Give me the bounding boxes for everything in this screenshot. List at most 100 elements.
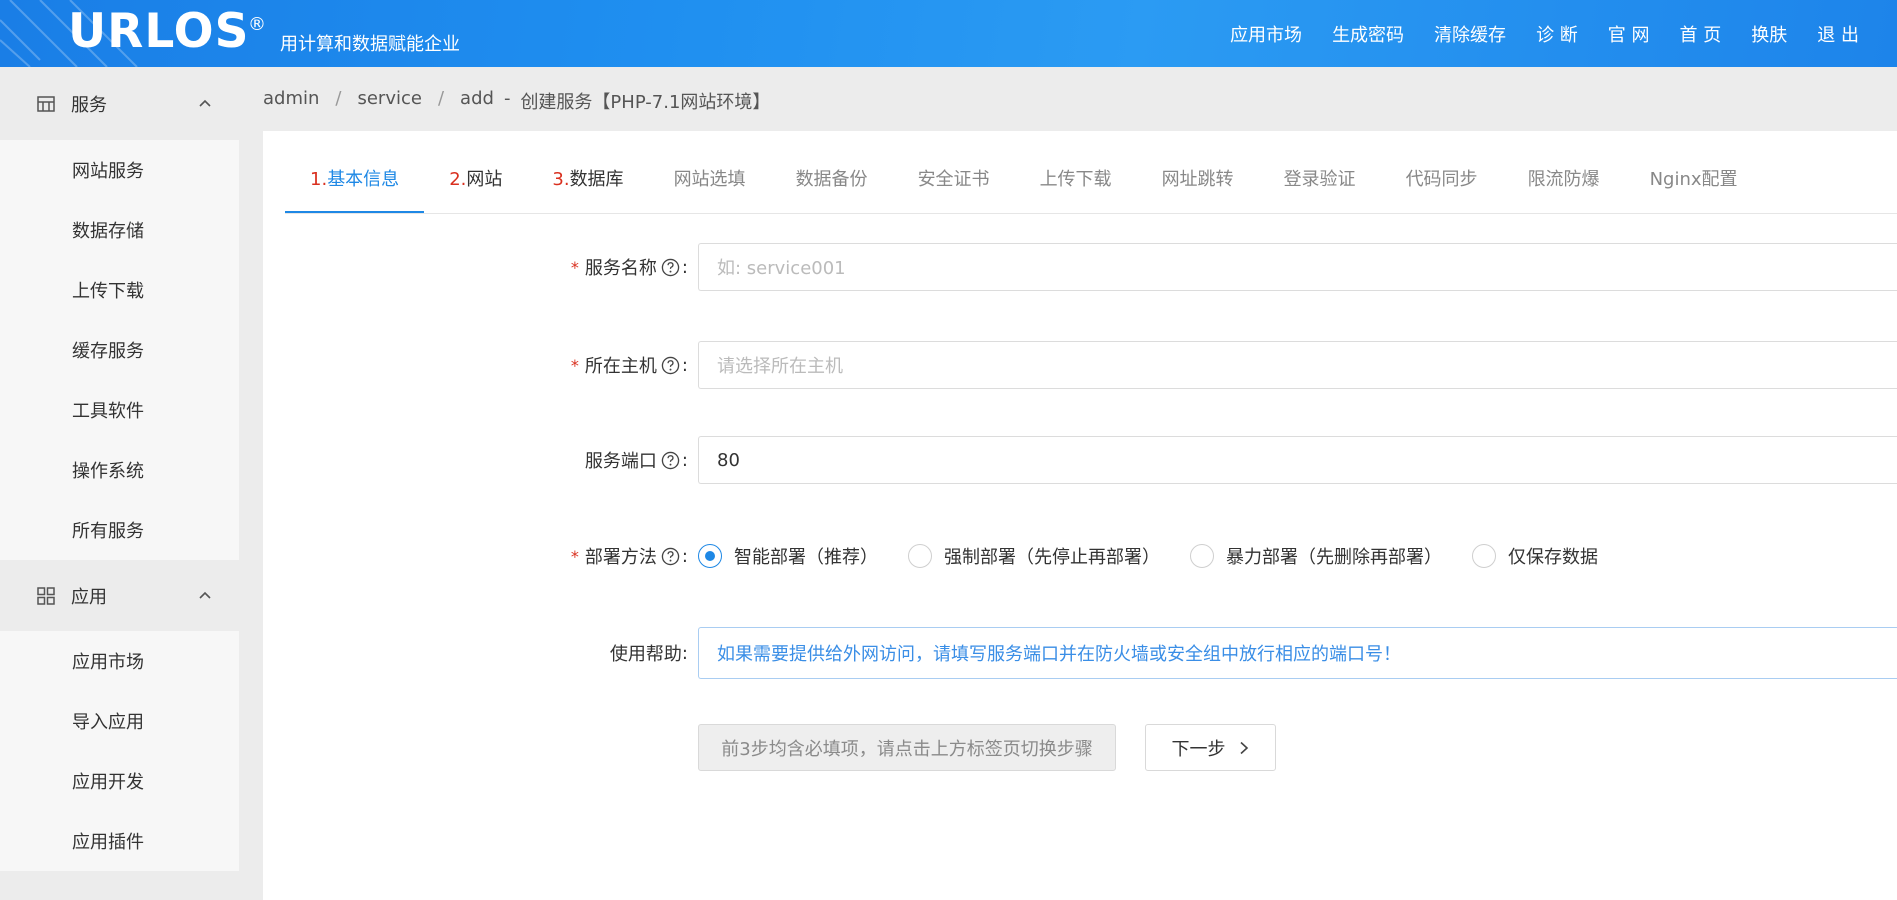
tab-step-number: 1. [310,169,328,190]
port-label: 服务端口 : [585,436,688,484]
breadcrumb-item-add: add [460,88,494,109]
breadcrumb-item-service[interactable]: service [357,88,421,114]
sidebar: 服务 网站服务 数据存储 上传下载 缓存服务 工具软件 操作系统 所有服务 应用… [0,67,239,900]
radio-label: 仅保存数据 [1508,547,1598,568]
tab-rate-limit[interactable]: 限流防爆 [1503,169,1625,214]
service-name-label: * 服务名称 : [571,243,688,291]
tabs-divider [285,213,1897,214]
radio-smart-deploy[interactable]: 智能部署（推荐） [698,543,878,569]
radio-unchecked-icon [1472,544,1496,568]
help-message: 如果需要提供给外网访问，请填写服务端口并在防火墙或安全组中放行相应的端口号！ [698,627,1897,679]
sidebar-item-upload-download[interactable]: 上传下载 [0,260,239,320]
label-colon: : [681,354,688,376]
tab-label: 数据库 [569,169,624,190]
tab-label: 基本信息 [327,169,400,190]
nav-clear-cache[interactable]: 清除缓存 [1434,21,1506,47]
radio-label: 强制部署（先停止再部署） [944,547,1160,568]
radio-unchecked-icon [908,544,932,568]
port-label-text: 服务端口 [584,451,657,472]
tab-login-auth[interactable]: 登录验证 [1259,169,1381,214]
tab-step-number: 2. [449,169,467,190]
help-circle-icon[interactable] [661,258,680,277]
sidebar-item-all-services[interactable]: 所有服务 [0,500,239,560]
service-icon [37,95,55,112]
form-row-port: 服务端口 : 80 [263,436,1897,484]
service-name-label-text: 服务名称 [584,258,657,279]
tab-data-backup[interactable]: 数据备份 [771,169,893,214]
deploy-label-text: 部署方法 [584,547,657,568]
tab-code-sync[interactable]: 代码同步 [1381,169,1503,214]
sidebar-item-os[interactable]: 操作系统 [0,440,239,500]
help-circle-icon[interactable] [661,356,680,375]
tab-website-optional[interactable]: 网站选填 [649,169,771,214]
logo[interactable]: URLOS [68,4,249,59]
tab-website[interactable]: 2.网站 [424,169,527,214]
sidebar-item-cache-service[interactable]: 缓存服务 [0,320,239,380]
form-row-help: 使用帮助 : 如果需要提供给外网访问，请填写服务端口并在防火墙或安全组中放行相应… [263,627,1897,679]
sidebar-item-app-dev[interactable]: 应用开发 [0,751,239,811]
port-input[interactable]: 80 [698,436,1897,484]
next-step-label: 下一步 [1171,738,1226,760]
tab-step-number: 3. [552,169,570,190]
service-name-input[interactable]: 如: service001 [698,243,1897,291]
sidebar-item-app-plugins[interactable]: 应用插件 [0,811,239,871]
sidebar-group-services[interactable]: 服务 [0,67,239,140]
radio-label: 智能部署（推荐） [734,547,878,568]
tab-ssl-cert[interactable]: 安全证书 [893,169,1015,214]
nav-app-market[interactable]: 应用市场 [1230,21,1302,47]
deploy-method-radio-group: 智能部署（推荐） 强制部署（先停止再部署） 暴力部署（先删除再部署） 仅保存数据 [698,532,1628,580]
radio-unchecked-icon [1190,544,1214,568]
sidebar-group-apps[interactable]: 应用 [0,560,239,631]
breadcrumb-item-admin[interactable]: admin [263,88,319,114]
nav-generate-password[interactable]: 生成密码 [1332,21,1404,47]
required-mark: * [570,257,579,277]
main-panel: 1.基本信息 2.网站 3.数据库 网站选填 数据备份 安全证书 上传下载 网址… [263,131,1897,900]
breadcrumb-dash: - [503,88,511,109]
required-mark: * [570,546,579,566]
tab-basic-info[interactable]: 1.基本信息 [285,169,425,214]
nav-official-site[interactable]: 官 网 [1608,21,1650,47]
next-step-button[interactable]: 下一步 [1145,724,1276,771]
sidebar-item-app-market[interactable]: 应用市场 [0,631,239,691]
label-colon: : [681,256,688,278]
host-select[interactable]: 请选择所在主机 [698,341,1897,389]
form-row-actions: 前3步均含必填项，请点击上方标签页切换步骤 下一步 [263,724,1897,772]
tab-url-redirect[interactable]: 网址跳转 [1137,169,1259,214]
radio-brute-deploy[interactable]: 暴力部署（先删除再部署） [1190,543,1442,569]
form-row-host: * 所在主机 : 请选择所在主机 [263,341,1897,389]
nav-logout[interactable]: 退 出 [1817,21,1859,47]
radio-force-deploy[interactable]: 强制部署（先停止再部署） [908,543,1160,569]
help-circle-icon[interactable] [661,451,680,470]
radio-save-data-only[interactable]: 仅保存数据 [1472,543,1598,569]
sidebar-item-website-service[interactable]: 网站服务 [0,140,239,200]
required-steps-hint-button[interactable]: 前3步均含必填项，请点击上方标签页切换步骤 [698,724,1116,771]
tab-label: 网站 [466,169,503,190]
nav-change-skin[interactable]: 换肤 [1751,21,1787,47]
breadcrumb-separator: / [437,88,445,109]
label-colon: : [681,545,688,567]
nav-diagnose[interactable]: 诊 断 [1536,21,1578,47]
required-mark: * [570,355,579,375]
nav-home[interactable]: 首 页 [1680,21,1722,47]
tab-upload-download[interactable]: 上传下载 [1015,169,1137,214]
slogan: 用计算和数据赋能企业 [280,34,460,55]
chevron-up-icon [199,591,211,599]
breadcrumb-separator: / [335,88,342,109]
sidebar-item-tools[interactable]: 工具软件 [0,380,239,440]
top-nav: 应用市场 生成密码 清除缓存 诊 断 官 网 首 页 换肤 退 出 [1230,21,1859,47]
sidebar-group-label: 应用 [71,586,107,608]
apps-grid-icon [37,586,55,605]
help-circle-icon[interactable] [661,547,680,566]
help-label-text: 使用帮助 [609,644,682,665]
tab-nginx-config[interactable]: Nginx配置 [1625,169,1763,214]
chevron-up-icon [199,99,211,107]
tab-database[interactable]: 3.数据库 [527,169,648,214]
host-label: * 所在主机 : [571,341,688,389]
registered-mark: ® [248,14,266,35]
sidebar-menu-services: 网站服务 数据存储 上传下载 缓存服务 工具软件 操作系统 所有服务 [0,140,239,560]
sidebar-item-import-app[interactable]: 导入应用 [0,691,239,751]
sidebar-item-data-storage[interactable]: 数据存储 [0,200,239,260]
sidebar-group-label: 服务 [71,94,107,116]
page-title: 创建服务【PHP-7.1网站环境】 [520,92,771,113]
deploy-label: * 部署方法 : [571,532,688,580]
